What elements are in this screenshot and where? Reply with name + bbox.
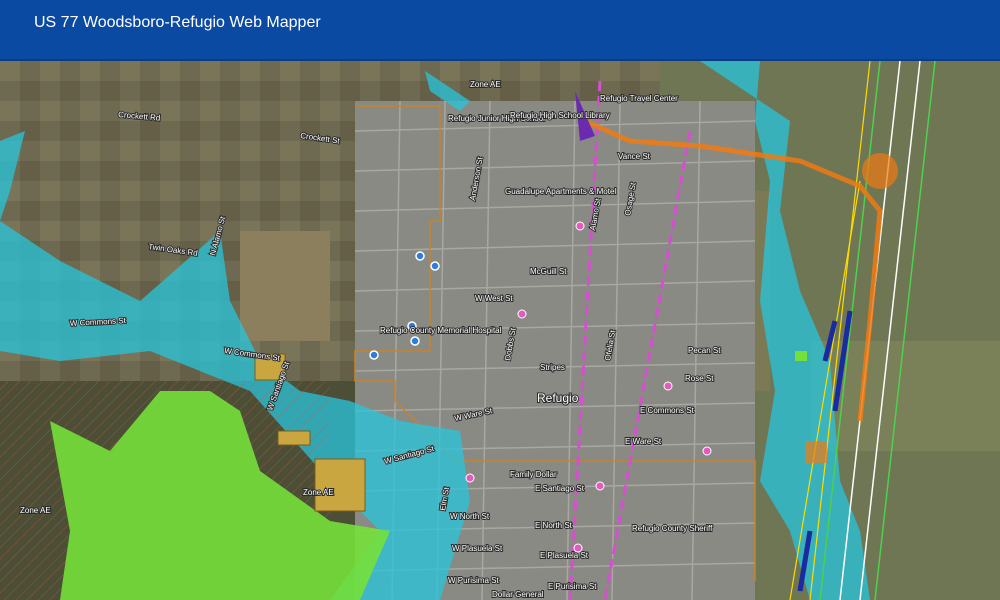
road-label: Pecan St <box>688 346 721 355</box>
road-label: E Commons St <box>640 406 695 415</box>
road-label: E Plasuela St <box>540 551 589 560</box>
poi-label: Family Dollar <box>510 470 557 479</box>
road-label: Vance St <box>618 152 651 161</box>
poi-label: Refugio County Memorial Hospital <box>380 326 502 335</box>
app-header: US 77 Woodsboro-Refugio Web Mapper <box>0 0 1000 61</box>
road-label: E North St <box>535 521 573 530</box>
zone-label: Zone AE <box>303 488 334 497</box>
field-parcel <box>240 231 330 341</box>
city-label: Refugio <box>537 391 579 405</box>
road-label: W Plasuela St <box>452 544 503 553</box>
road-label: E Ware St <box>625 437 662 446</box>
poi-label: Stripes <box>540 363 565 372</box>
map-canvas[interactable]: Refugio Zone AE Zone AE Zone AE Crockett… <box>0 61 1000 600</box>
zone-label: Zone AE <box>470 80 501 89</box>
road-label: W West St <box>475 294 513 303</box>
parcel <box>277 430 311 446</box>
road-label: W Purisima St <box>448 576 499 585</box>
poi-label: Refugio High School Library <box>510 111 610 120</box>
road-label: E Santiago St <box>535 484 585 493</box>
road-label: E Purisima St <box>548 582 597 591</box>
app-title: US 77 Woodsboro-Refugio Web Mapper <box>34 14 321 31</box>
road-label: W North St <box>450 512 490 521</box>
road-label: Rose St <box>685 374 714 383</box>
map-view[interactable]: Refugio Zone AE Zone AE Zone AE Crockett… <box>0 61 1000 600</box>
road-label: McGuill St <box>530 267 567 276</box>
poi-label: Guadalupe Apartments & Motel <box>505 187 616 196</box>
parcel <box>314 458 366 512</box>
poi-label: Dollar General <box>492 590 544 599</box>
poi-label: Refugio County Sheriff <box>632 524 713 533</box>
zone-label: Zone AE <box>20 506 51 515</box>
poi-label: Refugio Travel Center <box>600 94 678 103</box>
